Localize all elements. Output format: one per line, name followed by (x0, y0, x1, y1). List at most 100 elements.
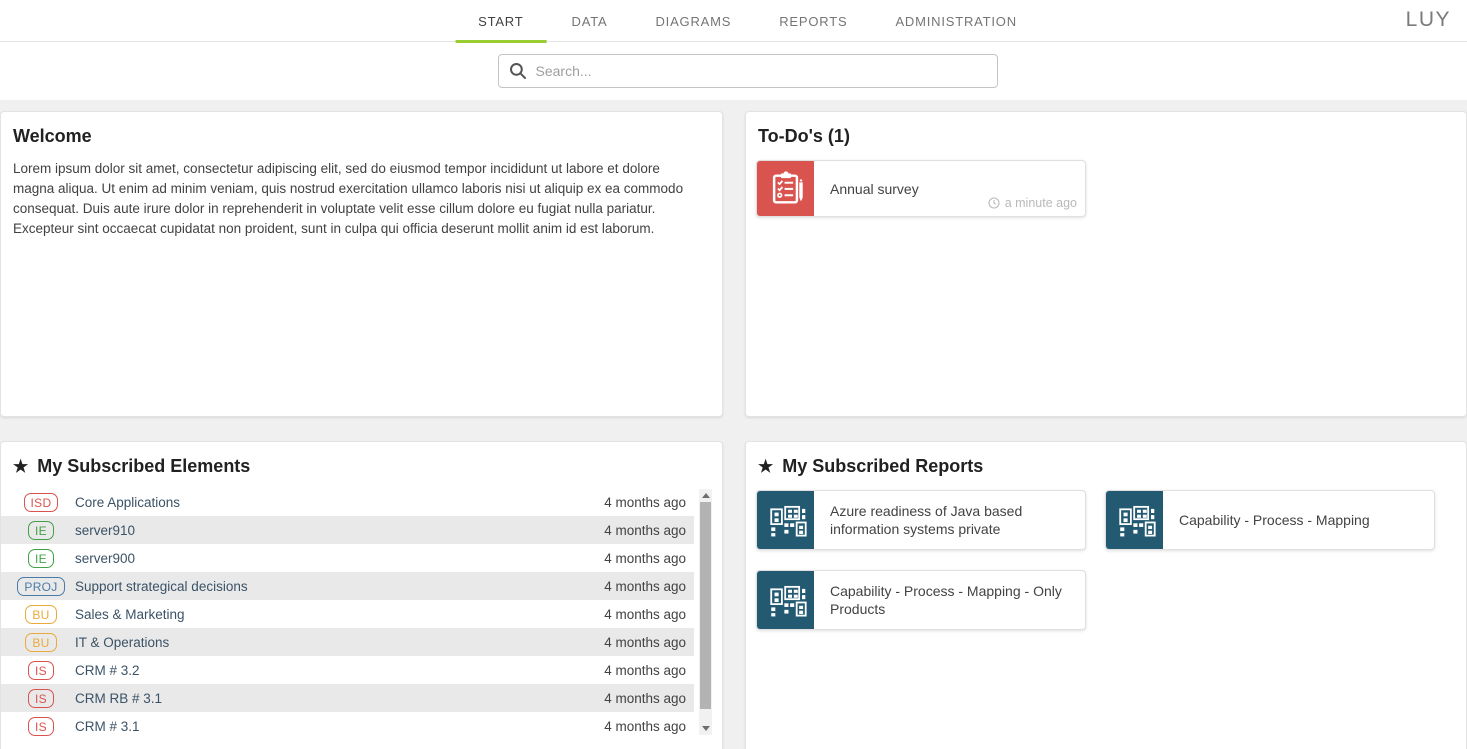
top-navigation-bar: START DATA DIAGRAMS REPORTS ADMINISTRATI… (0, 0, 1467, 42)
element-name-link[interactable]: Core Applications (75, 495, 180, 510)
star-icon: ★ (758, 457, 773, 477)
search-section (0, 42, 1467, 100)
welcome-panel: Welcome Lorem ipsum dolor sit amet, cons… (0, 111, 723, 417)
element-name-link[interactable]: CRM RB # 3.1 (75, 691, 162, 706)
star-icon: ★ (13, 457, 28, 477)
dashboard-grid: Welcome Lorem ipsum dolor sit amet, cons… (0, 100, 1467, 749)
element-badge-wrap: BU (17, 605, 65, 624)
todos-title: To-Do's (1) (746, 112, 1466, 147)
luy-logo: LUY (1406, 8, 1451, 32)
element-timestamp: 4 months ago (604, 523, 686, 538)
report-card[interactable]: Capability - Process - Mapping - Only Pr… (756, 570, 1086, 630)
clock-icon (988, 197, 1000, 209)
element-badge-wrap: IS (17, 689, 65, 708)
nav-tab-label: REPORTS (779, 14, 847, 29)
element-name-link[interactable]: IT & Operations (75, 635, 169, 650)
element-type-badge: IS (28, 689, 54, 708)
subscribed-reports-panel: ★ My Subscribed Reports (745, 441, 1467, 749)
nav-tab-label: START (478, 14, 523, 29)
nav-tab[interactable]: ADMINISTRATION (871, 0, 1040, 42)
element-badge-wrap: IE (17, 521, 65, 540)
element-row[interactable]: IE server910 4 months ago (1, 516, 694, 544)
landscape-report-icon (757, 571, 814, 629)
element-row[interactable]: IS CRM # 3.1 4 months ago (1, 712, 694, 740)
element-row[interactable]: IS CRM # 3.2 4 months ago (1, 656, 694, 684)
element-name-link[interactable]: CRM # 3.2 (75, 663, 140, 678)
subscribed-elements-list: ISD Core Applications 4 months ago IE se… (1, 488, 694, 740)
todo-card-timestamp: a minute ago (988, 196, 1077, 210)
element-row[interactable]: PROJ Support strategical decisions 4 mon… (1, 572, 694, 600)
nav-tab[interactable]: START (454, 0, 547, 42)
search-box[interactable] (498, 54, 998, 88)
element-type-badge: IS (28, 717, 54, 736)
element-badge-wrap: IS (17, 717, 65, 736)
element-name-link[interactable]: CRM # 3.1 (75, 719, 140, 734)
welcome-title-text: Welcome (13, 126, 92, 147)
element-timestamp: 4 months ago (604, 551, 686, 566)
element-type-badge: IS (28, 661, 54, 680)
subscribed-elements-title-text: My Subscribed Elements (37, 456, 250, 477)
todo-card-list: Annual survey a minute ago (746, 147, 1466, 217)
element-type-badge: IE (28, 549, 54, 568)
element-badge-wrap: ISD (17, 493, 65, 512)
element-badge-wrap: PROJ (17, 577, 65, 596)
nav-tab-label: DATA (572, 14, 608, 29)
todo-card[interactable]: Annual survey a minute ago (756, 160, 1086, 217)
report-card-title: Capability - Process - Mapping (1179, 511, 1370, 529)
welcome-title: Welcome (1, 112, 722, 147)
report-card-list: Azure readiness of Java based informatio… (746, 477, 1466, 630)
scrollbar-down-arrow[interactable] (699, 722, 712, 735)
element-name-link[interactable]: Sales & Marketing (75, 607, 185, 622)
element-row[interactable]: ISD Core Applications 4 months ago (1, 488, 694, 516)
element-row[interactable]: IE server900 4 months ago (1, 544, 694, 572)
search-input[interactable] (536, 63, 987, 79)
subscribed-reports-title: ★ My Subscribed Reports (746, 442, 1466, 477)
element-badge-wrap: BU (17, 633, 65, 652)
element-name-link[interactable]: server910 (75, 523, 135, 538)
element-timestamp: 4 months ago (604, 719, 686, 734)
landscape-report-icon (757, 491, 814, 549)
nav-tab-label: DIAGRAMS (655, 14, 731, 29)
element-type-badge: ISD (24, 493, 59, 512)
elements-scrollbar[interactable] (699, 489, 712, 735)
report-card-title: Capability - Process - Mapping - Only Pr… (830, 582, 1073, 618)
report-card-title: Azure readiness of Java based informatio… (830, 502, 1073, 538)
subscribed-elements-title: ★ My Subscribed Elements (1, 442, 722, 477)
element-type-badge: BU (25, 605, 56, 624)
element-timestamp: 4 months ago (604, 579, 686, 594)
todo-time-text: a minute ago (1005, 196, 1077, 210)
subscribed-reports-title-text: My Subscribed Reports (782, 456, 983, 477)
element-row[interactable]: BU Sales & Marketing 4 months ago (1, 600, 694, 628)
todos-title-text: To-Do's (1) (758, 126, 850, 147)
element-timestamp: 4 months ago (604, 663, 686, 678)
element-type-badge: PROJ (17, 577, 64, 596)
nav-tab[interactable]: REPORTS (755, 0, 871, 42)
search-icon (509, 62, 527, 80)
report-card[interactable]: Azure readiness of Java based informatio… (756, 490, 1086, 550)
element-badge-wrap: IE (17, 549, 65, 568)
report-card[interactable]: Capability - Process - Mapping (1105, 490, 1435, 550)
element-type-badge: BU (25, 633, 56, 652)
element-row[interactable]: IS CRM RB # 3.1 4 months ago (1, 684, 694, 712)
nav-tab[interactable]: DIAGRAMS (631, 0, 755, 42)
element-badge-wrap: IS (17, 661, 65, 680)
element-row[interactable]: BU IT & Operations 4 months ago (1, 628, 694, 656)
scrollbar-thumb[interactable] (700, 502, 711, 709)
todo-card-title: Annual survey (830, 180, 919, 198)
clipboard-checklist-icon (757, 161, 814, 216)
element-timestamp: 4 months ago (604, 495, 686, 510)
todos-panel: To-Do's (1) (745, 111, 1467, 417)
nav-tab-label: ADMINISTRATION (895, 14, 1016, 29)
element-timestamp: 4 months ago (604, 691, 686, 706)
main-nav: START DATA DIAGRAMS REPORTS ADMINISTRATI… (454, 0, 1041, 42)
scrollbar-up-arrow[interactable] (699, 489, 712, 502)
subscribed-elements-panel: ★ My Subscribed Elements ISD Core Applic… (0, 441, 723, 749)
nav-tab[interactable]: DATA (548, 0, 632, 42)
element-name-link[interactable]: server900 (75, 551, 135, 566)
element-type-badge: IE (28, 521, 54, 540)
element-name-link[interactable]: Support strategical decisions (75, 579, 248, 594)
landscape-report-icon (1106, 491, 1163, 549)
welcome-text: Lorem ipsum dolor sit amet, consectetur … (1, 147, 713, 239)
element-timestamp: 4 months ago (604, 607, 686, 622)
element-timestamp: 4 months ago (604, 635, 686, 650)
